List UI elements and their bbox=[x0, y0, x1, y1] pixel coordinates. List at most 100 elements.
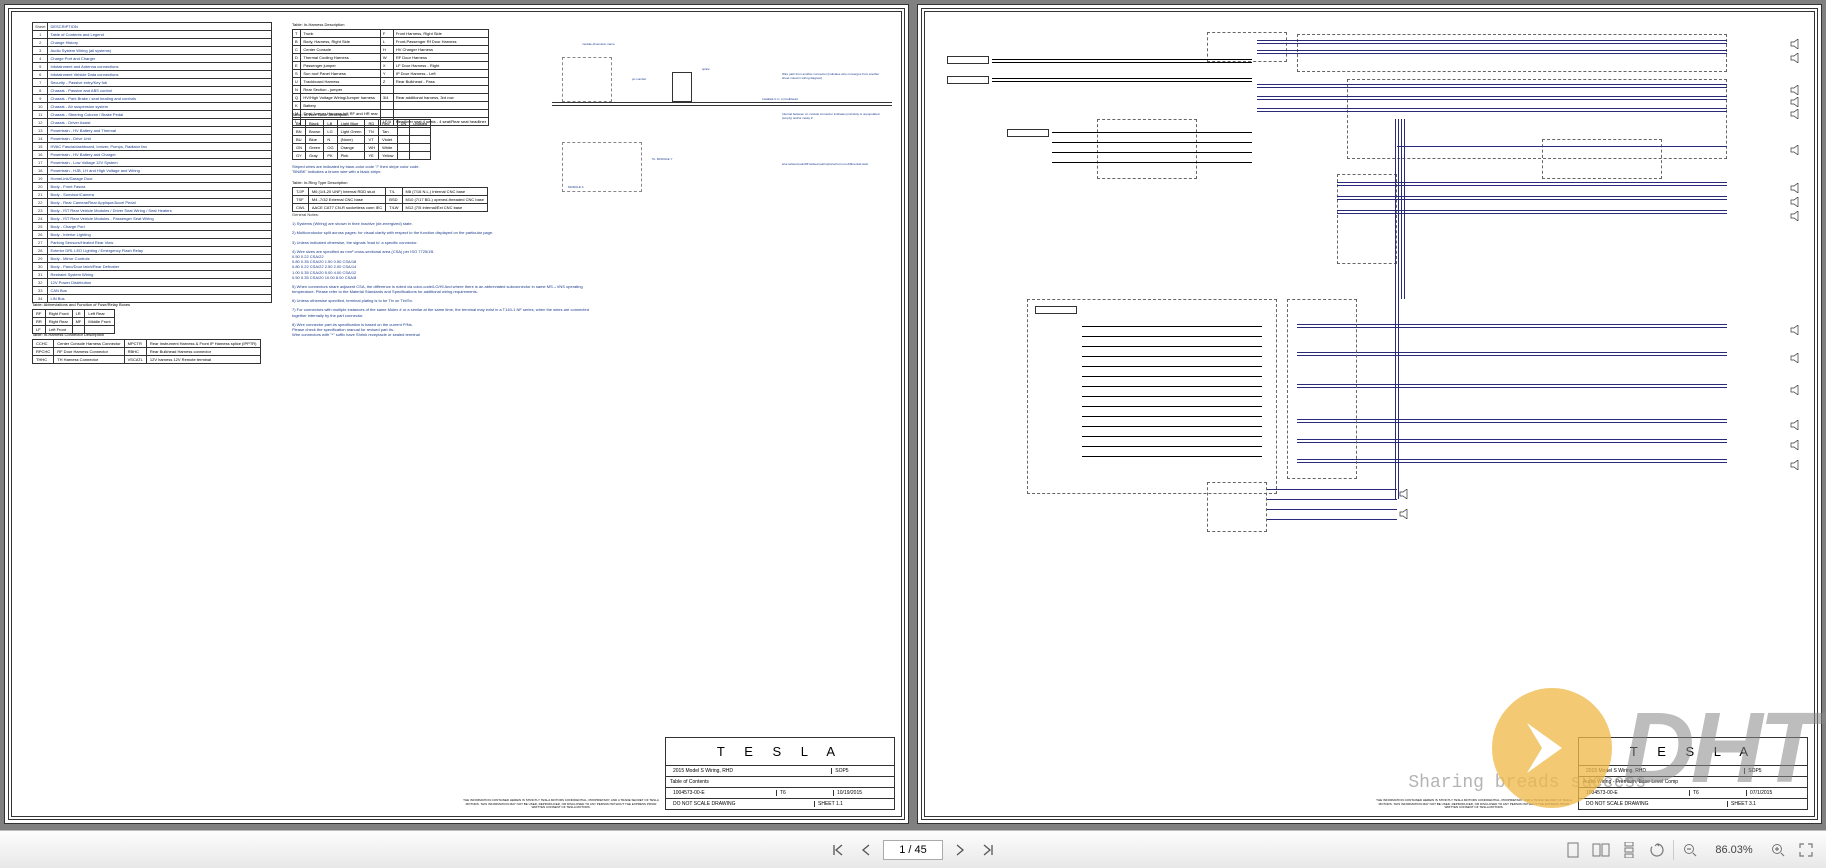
rotate-button[interactable] bbox=[1645, 838, 1669, 862]
legend-module-label: module dimension name bbox=[582, 42, 615, 46]
abbrev-header: Table: Abbreviations and Function of Fus… bbox=[32, 302, 192, 307]
w-sub3 bbox=[1267, 509, 1397, 510]
date-2: 07/1/2015 bbox=[1747, 790, 1803, 796]
w-tr-2 bbox=[1257, 50, 1727, 51]
last-page-button[interactable] bbox=[977, 839, 999, 861]
toc-section: SheetDESCRIPTION 1Table of Contents and … bbox=[32, 22, 272, 303]
amp-output-block bbox=[1337, 174, 1397, 264]
w-out4 bbox=[1297, 419, 1727, 420]
w-lm4 bbox=[1052, 162, 1252, 163]
notes-section: General Notes: 1) Systems (Wiring) are s… bbox=[292, 212, 592, 341]
toc-table: SheetDESCRIPTION 1Table of Contents and … bbox=[32, 22, 272, 303]
wire-h2 bbox=[992, 78, 1252, 79]
fullscreen-button[interactable] bbox=[1794, 838, 1818, 862]
legend-diagram: module dimension name pc-number splice W… bbox=[552, 42, 892, 222]
w-mid2b bbox=[1257, 99, 1727, 100]
rev-label: SOP5 bbox=[832, 768, 890, 774]
legend-dashed-box bbox=[562, 57, 612, 102]
zoom-level-display[interactable]: 86.03% bbox=[1706, 844, 1762, 856]
continuous-view-button[interactable] bbox=[1617, 838, 1641, 862]
rev-2: T6 bbox=[1690, 790, 1747, 796]
w-out4b bbox=[1297, 422, 1727, 423]
legend-main-wire2 bbox=[552, 105, 892, 106]
rev: T6 bbox=[777, 790, 834, 796]
w-mid1b bbox=[1257, 87, 1727, 88]
note-8: 8) Wire connector part #s specification … bbox=[292, 322, 592, 338]
pdf-page-1[interactable]: SheetDESCRIPTION 1Table of Contents and … bbox=[4, 4, 909, 824]
legend-splice-label: splice bbox=[702, 67, 710, 71]
speaker-icon bbox=[1790, 194, 1800, 204]
note-4: 4) Wire sizes are specified as mm² cross… bbox=[292, 249, 592, 280]
w-out1 bbox=[1297, 324, 1727, 325]
prev-page-button[interactable] bbox=[855, 839, 877, 861]
speaker-icon bbox=[1790, 82, 1800, 92]
bus-v1 bbox=[1395, 119, 1396, 299]
single-page-view-button[interactable] bbox=[1561, 838, 1585, 862]
title-block-page1: T E S L A 2015 Model S Wiring, RHDSOP5 T… bbox=[665, 737, 895, 810]
harness-conn-section: Table: In-Harness Connector Description … bbox=[32, 332, 292, 364]
w-in10 bbox=[1082, 416, 1262, 417]
toc-head-1: Sheet bbox=[33, 23, 48, 31]
w-in11 bbox=[1082, 426, 1262, 427]
tesla-logo: T E S L A bbox=[666, 738, 894, 766]
color-header: Table: In-Wire Color Description bbox=[292, 112, 532, 117]
color-note: Striped wires are indicated by base-colo… bbox=[292, 164, 532, 174]
w-mid1 bbox=[1257, 84, 1727, 85]
legend-main-wire bbox=[552, 102, 892, 103]
w-lm3 bbox=[1052, 152, 1252, 153]
amp-main-block bbox=[1287, 299, 1357, 479]
w-mid3b bbox=[1257, 111, 1727, 112]
two-page-view-button[interactable] bbox=[1589, 838, 1613, 862]
page-number-input[interactable] bbox=[883, 840, 943, 860]
module-mid bbox=[1007, 129, 1049, 137]
sub-block bbox=[1207, 482, 1267, 532]
w-out1b bbox=[1297, 327, 1727, 328]
sheet-no-2: SHEET 3.1 bbox=[1728, 801, 1803, 807]
wire-h1 bbox=[992, 59, 1252, 60]
date: 10/19/2015 bbox=[834, 790, 890, 796]
abbrev-table: RFRight FrontLRLeft Rear RRRight RearMFM… bbox=[32, 309, 115, 334]
note-2: 2) Multiconductor split across pages: fo… bbox=[292, 230, 592, 235]
toolbar-divider bbox=[1673, 840, 1674, 860]
color-table: BKBlackLBLight BlueRDRedUNunlisted BNBro… bbox=[292, 119, 431, 160]
zoom-out-button[interactable] bbox=[1678, 838, 1702, 862]
w-out5 bbox=[1297, 439, 1727, 440]
first-page-button[interactable] bbox=[827, 839, 849, 861]
harness-desc-header: Table: In-Harness Description bbox=[292, 22, 532, 27]
w-in12 bbox=[1082, 436, 1262, 437]
speaker-icon bbox=[1790, 457, 1800, 467]
pdf-page-2[interactable]: THE INFORMATION CONTAINED HEREIN IS STRI… bbox=[917, 4, 1822, 824]
legend-pc-label: pc-number bbox=[632, 77, 646, 81]
next-page-button[interactable] bbox=[949, 839, 971, 861]
w-out3b bbox=[1297, 387, 1727, 388]
w-out6b bbox=[1297, 462, 1727, 463]
tesla-logo-2: T E S L A bbox=[1579, 738, 1807, 766]
w-in14 bbox=[1082, 456, 1262, 457]
w-in4 bbox=[1082, 356, 1262, 357]
harness-desc-section: Table: In-Harness Description TTrunkFFro… bbox=[292, 22, 532, 126]
disclaimer-text: THE INFORMATION CONTAINED HEREIN IS STRI… bbox=[461, 799, 661, 810]
note-1: 1) Systems (Wiring) are shown in their I… bbox=[292, 221, 592, 226]
speaker-icon bbox=[1790, 36, 1800, 46]
enclosure-left-mid bbox=[1097, 119, 1197, 179]
bus-v3 bbox=[1401, 119, 1402, 299]
abbrev-section: Table: Abbreviations and Function of Fus… bbox=[32, 302, 192, 334]
w-in7 bbox=[1082, 386, 1262, 387]
note-6: 6) Unless otherwise specified, terminal … bbox=[292, 298, 592, 303]
speaker-icon bbox=[1399, 486, 1409, 496]
w-lm2 bbox=[1052, 142, 1252, 143]
legend-wire-path-label: Wire path from another connector (indica… bbox=[782, 72, 882, 80]
w-out6 bbox=[1297, 459, 1727, 460]
toc-head-2: DESCRIPTION bbox=[48, 23, 272, 31]
w-mid3 bbox=[1257, 108, 1727, 109]
w-tr-1b bbox=[1257, 43, 1727, 44]
ring-header: Table: In-Ring Type Description bbox=[292, 180, 532, 185]
zoom-in-button[interactable] bbox=[1766, 838, 1790, 862]
bus-v2 bbox=[1398, 119, 1399, 299]
w-in9 bbox=[1082, 406, 1262, 407]
speaker-icon bbox=[1790, 106, 1800, 116]
w-out5b bbox=[1297, 442, 1727, 443]
legend-twist: wire twisted pair/diff twisted pair/opti… bbox=[782, 162, 882, 166]
rev-label-2: SOP5 bbox=[1745, 768, 1803, 774]
w-out2b bbox=[1297, 355, 1727, 356]
